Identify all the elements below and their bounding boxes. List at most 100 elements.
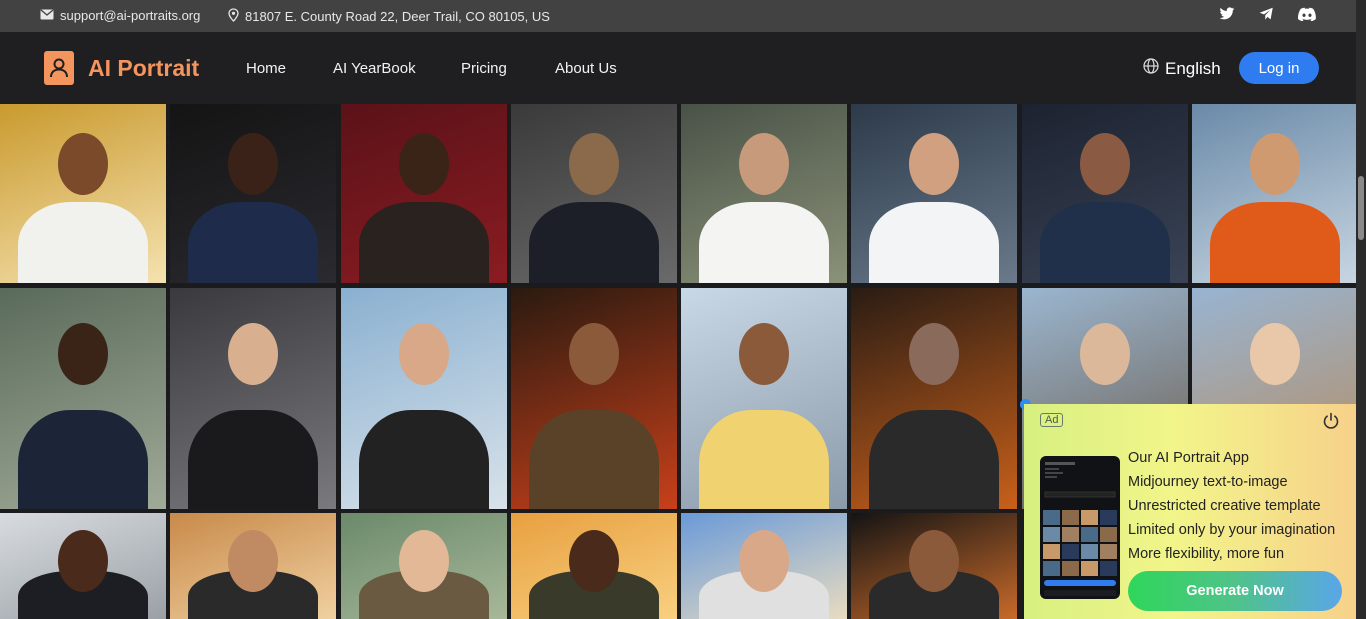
ad-tag: Ad [1040, 413, 1064, 427]
nav-item-about-us[interactable]: About Us [555, 60, 617, 77]
portrait-figure-head [909, 323, 959, 385]
portrait-figure-body [869, 202, 999, 283]
app-thumbnail [1062, 544, 1079, 559]
portrait-figure-head [909, 133, 959, 195]
app-thumbnail [1100, 561, 1117, 576]
portrait-figure-head [1250, 133, 1300, 195]
portrait-figure-head [569, 323, 619, 385]
portrait-figure-body [359, 410, 489, 509]
portrait-figure-head [228, 133, 278, 195]
portrait-figure-body [529, 410, 659, 509]
generate-now-button[interactable]: Generate Now [1128, 571, 1342, 611]
app-thumbnail [1043, 561, 1060, 576]
globe-icon [1143, 58, 1159, 79]
portrait-figure-body [188, 410, 318, 509]
discord-icon[interactable] [1298, 7, 1316, 24]
portrait-figure-head [58, 133, 108, 195]
address-contact: 81807 E. County Road 22, Deer Trail, CO … [228, 8, 550, 25]
portrait-figure-body [359, 202, 489, 283]
portrait-tile[interactable] [851, 513, 1017, 619]
ad-line: Limited only by your imagination [1128, 522, 1336, 538]
portrait-figure-head [739, 323, 789, 385]
app-thumbnail [1081, 527, 1098, 542]
portrait-figure-head [739, 133, 789, 195]
ad-line: More flexibility, more fun [1128, 546, 1285, 562]
portrait-figure-head [58, 323, 108, 385]
portrait-tile[interactable] [0, 104, 166, 283]
portrait-figure-body [699, 202, 829, 283]
nav-item-ai-yearbook[interactable]: AI YearBook [333, 60, 416, 77]
portrait-figure-head [739, 530, 789, 592]
app-thumbnail [1081, 510, 1098, 525]
portrait-logo-icon [44, 51, 74, 85]
scrollbar-thumb[interactable] [1358, 176, 1364, 240]
login-button[interactable]: Log in [1239, 52, 1319, 84]
top-contact-bar: support@ai-portraits.org 81807 E. County… [0, 0, 1356, 32]
portrait-figure-head [569, 133, 619, 195]
twitter-icon[interactable] [1219, 7, 1235, 24]
app-thumbnail [1100, 510, 1117, 525]
portrait-tile[interactable] [341, 104, 507, 283]
nav-item-home[interactable]: Home [246, 60, 286, 77]
app-thumbnail [1043, 510, 1060, 525]
portrait-tile[interactable] [170, 104, 336, 283]
app-thumbnail [1062, 527, 1079, 542]
portrait-tile[interactable] [341, 288, 507, 509]
close-ad-power-icon[interactable] [1322, 412, 1340, 430]
main-navigation: AI Portrait Home AI YearBook Pricing Abo… [0, 32, 1356, 104]
portrait-figure-head [909, 530, 959, 592]
location-pin-icon [228, 8, 239, 25]
portrait-figure-head [569, 530, 619, 592]
portrait-figure-head [1250, 323, 1300, 385]
page-scrollbar[interactable] [1356, 0, 1366, 619]
app-thumbnail [1081, 561, 1098, 576]
portrait-figure-body [869, 410, 999, 509]
portrait-tile[interactable] [681, 288, 847, 509]
portrait-figure-body [529, 202, 659, 283]
portrait-tile[interactable] [170, 288, 336, 509]
portrait-tile[interactable] [511, 288, 677, 509]
portrait-figure-head [399, 530, 449, 592]
app-thumbnail [1043, 544, 1060, 559]
telegram-icon[interactable] [1259, 7, 1274, 24]
portrait-figure-body [188, 202, 318, 283]
app-thumbnail [1062, 510, 1079, 525]
site-logo[interactable]: AI Portrait [44, 51, 199, 85]
mail-icon [40, 8, 54, 23]
portrait-tile[interactable] [0, 288, 166, 509]
portrait-figure-head [58, 530, 108, 592]
portrait-figure-head [399, 133, 449, 195]
portrait-tile[interactable] [681, 513, 847, 619]
logo-text: AI Portrait [88, 54, 200, 81]
social-links [1219, 7, 1316, 24]
portrait-figure-body [699, 410, 829, 509]
portrait-tile[interactable] [0, 513, 166, 619]
app-thumbnail [1100, 544, 1117, 559]
app-thumbnail [1043, 527, 1060, 542]
portrait-tile[interactable] [851, 104, 1017, 283]
portrait-tile[interactable] [511, 513, 677, 619]
portrait-figure-body [1040, 202, 1170, 283]
ad-line: Unrestricted creative template [1128, 498, 1321, 514]
portrait-figure-body [18, 202, 148, 283]
portrait-tile[interactable] [341, 513, 507, 619]
portrait-figure-head [1080, 133, 1130, 195]
ad-line: Midjourney text-to-image [1128, 474, 1288, 490]
email-text: support@ai-portraits.org [60, 8, 201, 23]
ad-feature-list: Our AI Portrait App Midjourney text-to-i… [1128, 446, 1335, 566]
app-phone-preview [1040, 456, 1120, 599]
app-thumbnail [1062, 561, 1079, 576]
portrait-tile[interactable] [681, 104, 847, 283]
language-selector[interactable]: English [1143, 58, 1221, 79]
portrait-tile[interactable] [1192, 104, 1358, 283]
app-advertisement[interactable]: Ad Our AI Portrait App Midjourney text-t… [1024, 404, 1356, 619]
nav-item-pricing[interactable]: Pricing [461, 60, 507, 77]
email-contact[interactable]: support@ai-portraits.org [40, 8, 200, 23]
portrait-tile[interactable] [170, 513, 336, 619]
portrait-tile[interactable] [511, 104, 677, 283]
portrait-tile[interactable] [851, 288, 1017, 509]
app-thumbnail [1100, 527, 1117, 542]
address-text: 81807 E. County Road 22, Deer Trail, CO … [245, 9, 550, 24]
portrait-tile[interactable] [1022, 104, 1188, 283]
portrait-figure-body [1210, 202, 1340, 283]
